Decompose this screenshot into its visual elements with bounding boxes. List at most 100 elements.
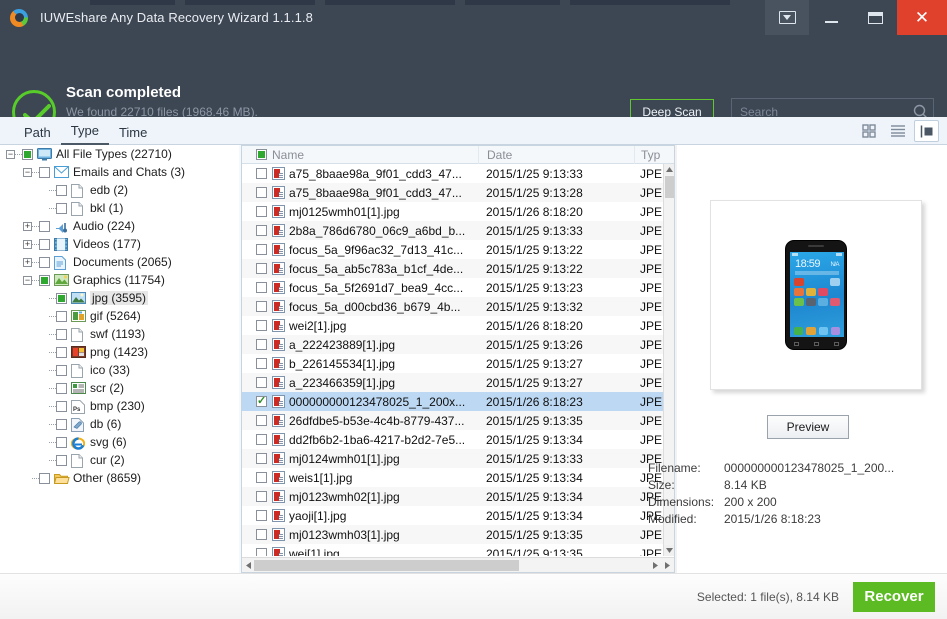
preview-button[interactable]: Preview <box>767 415 849 439</box>
tree-item-swf[interactable]: swf (1193) <box>0 325 238 343</box>
tree-checkbox-gif[interactable] <box>56 310 67 322</box>
file-row[interactable]: mj0123wmh03[1].jpg 2015/1/25 9:13:35 JPE <box>242 525 674 544</box>
file-list-horizontal-scrollbar[interactable] <box>242 557 674 572</box>
tree-checkbox-svg[interactable] <box>56 436 67 448</box>
file-row[interactable]: focus_5a_9f96ac32_7d13_41c... 2015/1/25 9… <box>242 240 674 259</box>
tree-checkbox-scr[interactable] <box>56 382 67 394</box>
detail-view-button[interactable] <box>914 120 939 142</box>
file-row[interactable]: focus_5a_d00cbd36_b679_4b... 2015/1/25 9:… <box>242 297 674 316</box>
tree-checkbox-documents[interactable] <box>39 256 50 268</box>
file-row[interactable]: wei2[1].jpg 2015/1/26 8:18:20 JPE <box>242 316 674 335</box>
tree-item-svg[interactable]: svg (6) <box>0 433 238 451</box>
file-row[interactable]: b_226145534[1].jpg 2015/1/25 9:13:27 JPE <box>242 354 674 373</box>
tree-checkbox-audio[interactable] <box>39 220 50 232</box>
file-row-checkbox[interactable] <box>256 301 267 312</box>
file-row[interactable]: a_223466359[1].jpg 2015/1/25 9:13:27 JPE <box>242 373 674 392</box>
file-row-checkbox[interactable] <box>256 339 267 350</box>
column-header-type[interactable]: Typ <box>634 145 674 164</box>
tab-path[interactable]: Path <box>14 125 61 145</box>
close-button[interactable]: ✕ <box>897 0 947 35</box>
tree-expander-emails-and-chats[interactable]: − <box>23 167 32 177</box>
file-row-checkbox[interactable] <box>256 529 267 540</box>
file-row[interactable]: focus_5a_ab5c783a_b1cf_4de... 2015/1/25 9… <box>242 259 674 278</box>
tree-checkbox-cur[interactable] <box>56 454 67 466</box>
file-row-checkbox[interactable] <box>256 282 267 293</box>
tree-item-cur[interactable]: cur (2) <box>0 451 238 469</box>
scroll-right-arrow[interactable] <box>650 560 661 571</box>
file-row-checkbox[interactable] <box>256 548 267 556</box>
file-row[interactable]: weis1[1].jpg 2015/1/25 9:13:34 JPE <box>242 468 674 487</box>
file-row[interactable]: 26dfdbe5-b53e-4c4b-8779-437... 2015/1/25 … <box>242 411 674 430</box>
file-list-rows[interactable]: a75_8baae98a_9f01_cdd3_47... 2015/1/25 9:… <box>242 164 674 556</box>
file-row[interactable]: 000000000123478025_1_200x... 2015/1/26 8:… <box>242 392 674 411</box>
tab-type[interactable]: Type <box>60 123 109 145</box>
tree-checkbox-edb[interactable] <box>56 184 67 196</box>
tree-expander-videos[interactable]: + <box>23 239 32 249</box>
tree-item-ico[interactable]: ico (33) <box>0 361 238 379</box>
tab-time[interactable]: Time <box>109 125 157 145</box>
file-row-checkbox[interactable] <box>256 225 267 236</box>
tree-checkbox-bmp[interactable] <box>56 400 67 412</box>
list-view-button[interactable] <box>885 120 910 142</box>
tree-item-db[interactable]: db (6) <box>0 415 238 433</box>
tree-item-edb[interactable]: edb (2) <box>0 181 238 199</box>
file-row-checkbox[interactable] <box>256 434 267 445</box>
scroll-down-arrow[interactable] <box>664 545 674 556</box>
tree-item-bmp[interactable]: Ps bmp (230) <box>0 397 238 415</box>
horizontal-scroll-thumb[interactable] <box>254 560 519 571</box>
column-header-date[interactable]: Date <box>478 145 634 164</box>
vertical-scroll-thumb[interactable] <box>665 176 674 198</box>
tree-item-videos[interactable]: + Videos (177) <box>0 235 238 253</box>
scroll-up-arrow[interactable] <box>664 164 674 175</box>
file-row-checkbox[interactable] <box>256 244 267 255</box>
file-row-checkbox[interactable] <box>256 491 267 502</box>
tree-checkbox-graphics[interactable] <box>39 274 50 286</box>
file-row-checkbox[interactable] <box>256 453 267 464</box>
file-row-checkbox[interactable] <box>256 187 267 198</box>
column-header-name[interactable]: Name <box>242 148 478 162</box>
tree-checkbox-ico[interactable] <box>56 364 67 376</box>
tree-item-gif[interactable]: gif (5264) <box>0 307 238 325</box>
tree-item-other[interactable]: Other (8659) <box>0 469 238 487</box>
file-row-checkbox[interactable] <box>256 395 267 407</box>
tree-checkbox-bkl[interactable] <box>56 202 67 214</box>
tree-item-graphics[interactable]: − Graphics (11754) <box>0 271 238 289</box>
file-row[interactable]: a75_8baae98a_9f01_cdd3_47... 2015/1/25 9:… <box>242 183 674 202</box>
tree-checkbox-swf[interactable] <box>56 328 67 340</box>
tree-expander-all-file-types[interactable]: − <box>6 149 15 159</box>
file-row-checkbox[interactable] <box>256 358 267 369</box>
tree-item-emails-and-chats[interactable]: − Emails and Chats (3) <box>0 163 238 181</box>
tree-expander-documents[interactable]: + <box>23 257 32 267</box>
skin-button[interactable] <box>765 0 809 35</box>
tree-item-audio[interactable]: + Audio (224) <box>0 217 238 235</box>
scroll-left-arrow[interactable] <box>243 560 254 571</box>
maximize-button[interactable] <box>853 0 897 35</box>
file-row-checkbox[interactable] <box>256 415 267 426</box>
tree-item-bkl[interactable]: bkl (1) <box>0 199 238 217</box>
file-row-checkbox[interactable] <box>256 377 267 388</box>
tree-checkbox-all-file-types[interactable] <box>22 148 33 160</box>
file-row[interactable]: mj0125wmh01[1].jpg 2015/1/26 8:18:20 JPE <box>242 202 674 221</box>
tree-item-all-file-types[interactable]: − All File Types (22710) <box>0 145 238 163</box>
file-type-tree[interactable]: − All File Types (22710) − Emails and Chats… <box>0 145 239 573</box>
tree-checkbox-emails-and-chats[interactable] <box>39 166 50 178</box>
file-row-checkbox[interactable] <box>256 472 267 483</box>
file-row-checkbox[interactable] <box>256 510 267 521</box>
tree-checkbox-png[interactable] <box>56 346 67 358</box>
tree-checkbox-db[interactable] <box>56 418 67 430</box>
file-row[interactable]: 2b8a_786d6780_06c9_a6bd_b... 2015/1/25 9:… <box>242 221 674 240</box>
tree-checkbox-jpg[interactable] <box>56 292 67 304</box>
recover-button[interactable]: Recover <box>853 581 935 612</box>
minimize-button[interactable] <box>809 0 853 35</box>
file-row[interactable]: wei[1].jpg 2015/1/25 9:13:35 JPE <box>242 544 674 556</box>
tree-checkbox-videos[interactable] <box>39 238 50 250</box>
tree-item-scr[interactable]: scr (2) <box>0 379 238 397</box>
file-row[interactable]: mj0123wmh02[1].jpg 2015/1/25 9:13:34 JPE <box>242 487 674 506</box>
file-row-checkbox[interactable] <box>256 206 267 217</box>
file-row[interactable]: focus_5a_5f2691d7_bea9_4cc... 2015/1/25 9… <box>242 278 674 297</box>
tree-item-documents[interactable]: + Documents (2065) <box>0 253 238 271</box>
file-row-checkbox[interactable] <box>256 168 267 179</box>
tree-checkbox-other[interactable] <box>39 472 50 484</box>
tree-expander-graphics[interactable]: − <box>23 275 32 285</box>
file-row[interactable]: dd2fb6b2-1ba6-4217-b2d2-7e5... 2015/1/25 … <box>242 430 674 449</box>
